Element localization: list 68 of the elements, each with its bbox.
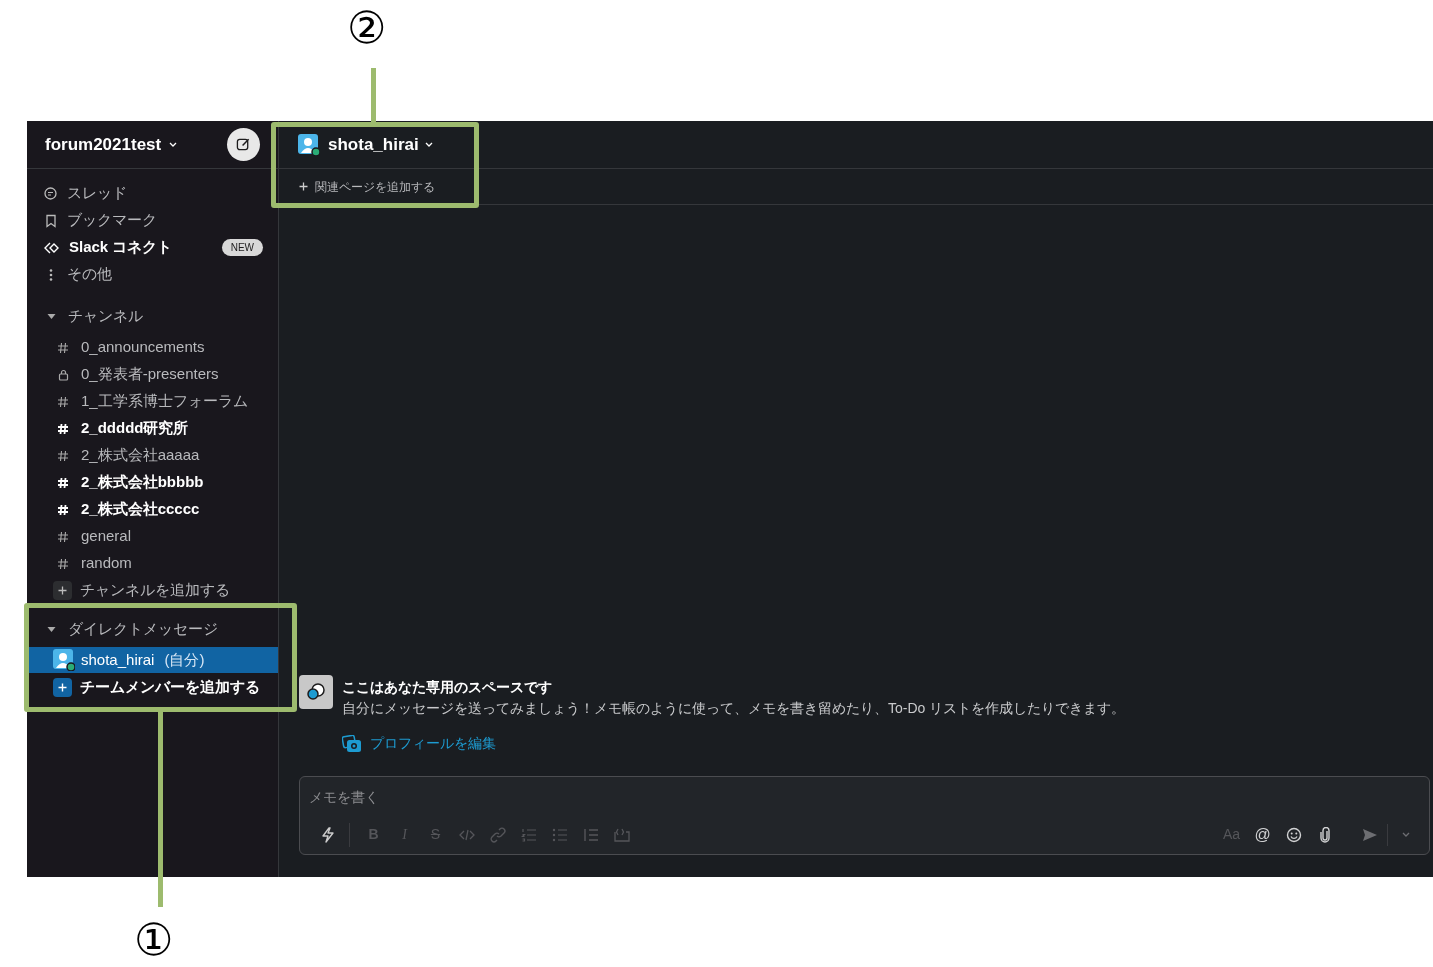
intro-text: 自分にメッセージを送ってみましょう！メモ帳のように使って、メモを書き留めたり、To-Do リストを作成したりできます。 — [342, 699, 1126, 718]
compose-icon — [236, 137, 251, 152]
dm-item[interactable]: shota_hirai (自分) — [27, 647, 278, 673]
hash-icon — [57, 530, 69, 543]
plus-icon — [299, 182, 308, 191]
disclosure-triangle-icon[interactable] — [47, 625, 56, 633]
bookmark-icon[interactable] — [44, 213, 58, 228]
callout-number: ② — [347, 2, 387, 54]
channel-item[interactable]: 0_発表者-presenters — [81, 363, 219, 386]
nav-item[interactable]: スレッド — [67, 182, 263, 205]
plus-icon — [58, 682, 67, 692]
lightning-icon — [320, 826, 335, 843]
nav-item[interactable]: Slack コネクト — [69, 236, 213, 259]
code-block-icon — [613, 827, 630, 842]
lock-icon — [58, 368, 69, 381]
hash-icon — [57, 449, 69, 462]
link-icon — [489, 826, 506, 843]
disclosure-triangle-icon[interactable] — [47, 312, 56, 320]
mention-button[interactable]: @ — [1247, 820, 1278, 849]
dm-name: shota_hirai — [81, 649, 155, 670]
dm-self-label: (自分) — [164, 649, 205, 670]
new-badge: NEW — [221, 239, 263, 256]
channel-item[interactable]: general — [81, 525, 132, 548]
paperclip-icon — [1318, 826, 1331, 843]
channel-item[interactable]: 2_株式会社aaaaa — [81, 444, 200, 467]
speech-bubbles-icon — [306, 683, 326, 701]
channel-item[interactable]: 0_announcements — [81, 336, 205, 359]
caret-icon — [424, 141, 433, 148]
nav-item[interactable]: ブックマーク — [67, 209, 263, 232]
hash-icon — [57, 422, 69, 435]
compose-button[interactable] — [227, 128, 260, 161]
camera-icon — [342, 734, 362, 753]
add-button[interactable] — [53, 581, 72, 600]
hash-icon — [57, 341, 69, 354]
hash-icon — [57, 395, 69, 408]
edit-profile-link[interactable]: プロフィールを編集 — [342, 733, 1126, 754]
section-header[interactable]: チャンネル — [68, 304, 143, 328]
add-button[interactable] — [53, 677, 72, 697]
numbered-list-icon — [520, 827, 537, 842]
hash-icon — [57, 476, 69, 489]
channel-item[interactable]: 2_株式会社ccccc — [81, 498, 200, 521]
hash-icon — [57, 557, 69, 570]
hash-icon — [57, 503, 69, 516]
emoji-icon — [1285, 826, 1302, 843]
avatar-icon — [298, 133, 320, 156]
nav-item[interactable]: その他 — [67, 263, 263, 286]
intro-title: ここはあなた専用のスペースです — [342, 678, 553, 697]
diamond-arrow-icon[interactable] — [44, 240, 60, 255]
send-icon — [1361, 827, 1378, 842]
section-header[interactable]: ダイレクトメッセージ — [68, 617, 218, 641]
add-member-link[interactable]: チームメンバーを追加する — [80, 675, 260, 699]
caret-icon — [169, 141, 178, 148]
caret-icon — [1401, 831, 1410, 838]
channel-item[interactable]: 1_工学系博士フォーラム — [81, 390, 248, 413]
bulleted-list-icon — [551, 827, 568, 842]
plus-icon — [58, 586, 67, 595]
avatar-icon — [53, 649, 75, 671]
channel-item[interactable]: 2_株式会社bbbbb — [81, 471, 204, 494]
add-channel-link[interactable]: チャンネルを追加する — [80, 579, 230, 602]
callout-number: ① — [134, 914, 174, 966]
quote-icon — [582, 827, 599, 842]
workspace-menu[interactable]: forum2021test — [45, 131, 178, 158]
code-icon — [458, 828, 475, 841]
channel-title-button[interactable]: shota_hirai — [328, 131, 433, 158]
channel-item[interactable]: random — [81, 552, 132, 575]
threads-icon[interactable] — [44, 186, 58, 201]
add-page-button[interactable]: 関連ページを追加する — [299, 177, 435, 196]
channel-item[interactable]: 2_ddddd研究所 — [81, 417, 189, 440]
